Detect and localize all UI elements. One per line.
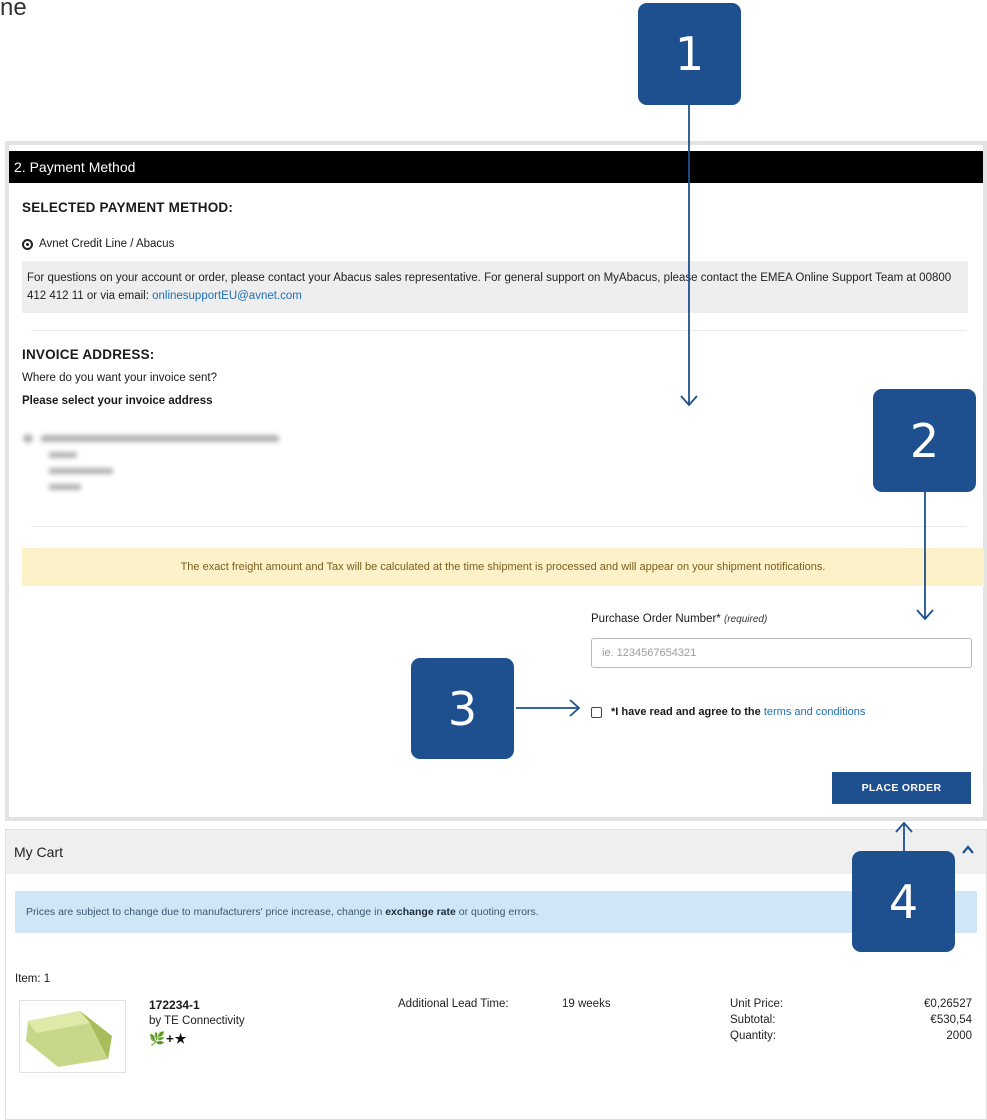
notice-text: Prices are subject to change due to manu… [26, 906, 386, 918]
divider [31, 526, 966, 527]
blurred-radio [23, 434, 33, 443]
quantity-label: Quantity: [730, 1030, 777, 1042]
payment-method-header[interactable]: 2. Payment Method [9, 151, 983, 183]
terms-text: *I have read and agree to the terms and … [611, 706, 865, 718]
blurred-line [49, 468, 113, 474]
price-change-notice: Prices are subject to change due to manu… [15, 891, 977, 933]
terms-text-label: *I have read and agree to the [611, 706, 764, 718]
callout-badge-2: 2 [873, 389, 976, 492]
po-label-text: Purchase Order Number* [591, 613, 721, 625]
selected-payment-title: SELECTED PAYMENT METHOD: [22, 200, 234, 215]
payment-option[interactable]: Avnet Credit Line / Abacus [22, 238, 174, 250]
payment-option-label: Avnet Credit Line / Abacus [39, 238, 175, 250]
unit-price-value: €0,26527 [924, 998, 972, 1010]
terms-agreement: *I have read and agree to the terms and … [591, 706, 865, 718]
callout-badge-1: 1 [638, 3, 741, 105]
callout-badge-3: 3 [411, 658, 514, 759]
subtotal-label: Subtotal: [730, 1014, 776, 1026]
invoice-address-title: INVOICE ADDRESS: [22, 347, 155, 362]
chevron-up-icon[interactable] [962, 844, 974, 856]
divider [31, 330, 966, 331]
manufacturer-name: by TE Connectivity [149, 1015, 245, 1027]
product-image [26, 1011, 112, 1067]
subtotal-value: €530,54 [930, 1014, 972, 1026]
radio-selected-icon[interactable] [22, 238, 33, 250]
notice-text-end: or quoting errors. [455, 906, 539, 918]
invoice-select-label: Please select your invoice address [22, 395, 213, 407]
place-order-button[interactable]: PLACE ORDER [832, 772, 971, 804]
support-info-box: For questions on your account or order, … [22, 261, 968, 313]
my-cart-title: My Cart [14, 844, 63, 860]
callout-badge-4: 4 [852, 851, 955, 952]
terms-link[interactable]: terms and conditions [764, 706, 866, 718]
quantity-value: 2000 [946, 1030, 972, 1042]
lead-time-label: Additional Lead Time: [398, 998, 509, 1010]
notice-bold-text: exchange rate [385, 906, 456, 918]
invoice-question: Where do you want your invoice sent? [22, 372, 217, 384]
blurred-line [49, 452, 77, 458]
product-thumbnail[interactable] [19, 1000, 126, 1073]
part-number[interactable]: 172234-1 [149, 998, 200, 1012]
terms-checkbox[interactable] [591, 706, 602, 718]
blurred-line [49, 484, 81, 490]
my-cart-header[interactable]: My Cart [6, 830, 986, 874]
support-email-link[interactable]: onlinesupportEU@avnet.com [152, 290, 302, 302]
lead-time-value: 19 weeks [562, 998, 611, 1010]
po-required-text: (required) [723, 614, 768, 625]
blurred-line [41, 435, 279, 442]
unit-price-label: Unit Price: [730, 998, 784, 1010]
po-number-label: Purchase Order Number* (required) [591, 613, 767, 625]
freight-notice: The exact freight amount and Tax will be… [22, 548, 984, 586]
po-number-input[interactable] [591, 638, 972, 668]
compliance-icons: 🌿+★ [149, 1031, 188, 1046]
page-fragment-text: ne [0, 0, 27, 21]
my-cart-panel: My Cart Prices are subject to change due… [5, 829, 987, 1120]
item-number-label: Item: 1 [15, 973, 51, 985]
